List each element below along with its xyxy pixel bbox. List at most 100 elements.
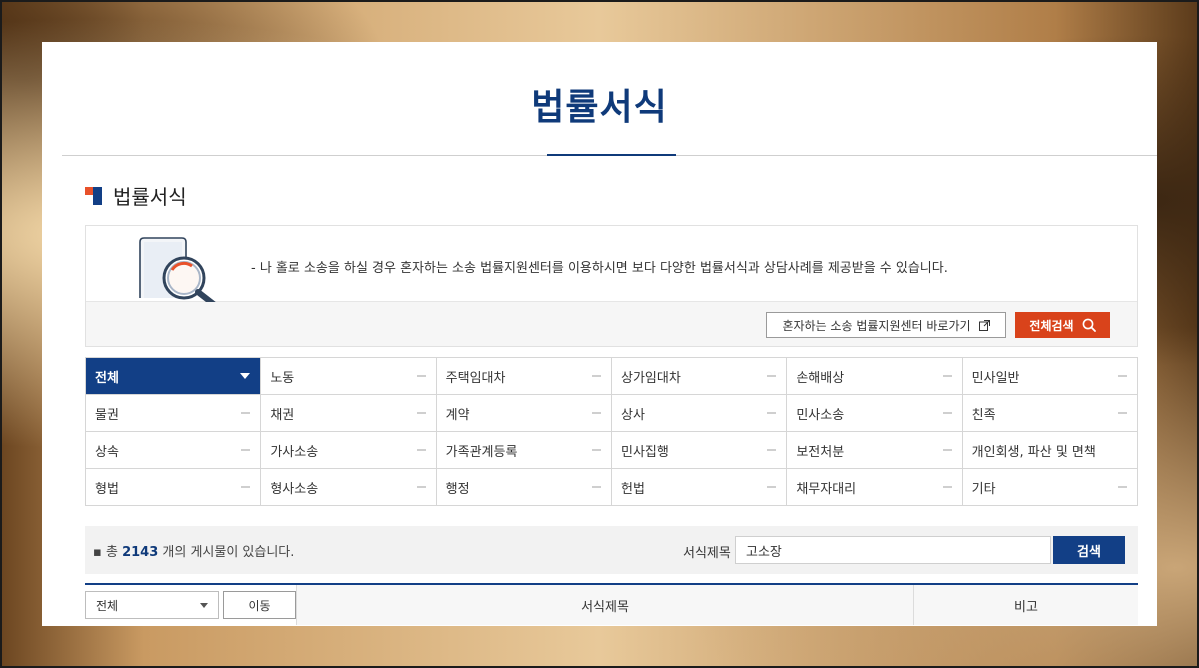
category-tab[interactable]: 물권 [86, 395, 262, 432]
dash-icon [767, 449, 777, 451]
legal-center-link-button[interactable]: 혼자하는 소송 법률지원센터 바로가기 [766, 312, 1006, 338]
dash-icon [591, 412, 601, 414]
category-label: 형사소송 [270, 481, 319, 497]
category-select-value: 전체 [96, 598, 119, 613]
category-tab[interactable]: 민사소송 [787, 395, 963, 432]
column-header-title: 서식제목 [296, 585, 913, 625]
dash-icon [1117, 412, 1127, 414]
section-title: 법률서식 [113, 185, 187, 209]
notice-top: - 나 홀로 소송을 하실 경우 혼자하는 소송 법률지원센터를 이용하시면 보… [86, 226, 1137, 302]
category-label: 민사소송 [796, 407, 845, 423]
category-tab[interactable]: 친족 [962, 395, 1138, 432]
total-count: 2143 [122, 545, 159, 560]
section-header: 법률서식 [85, 181, 187, 210]
dash-icon [241, 412, 251, 414]
category-label: 채무자대리 [796, 481, 857, 497]
dash-icon [1117, 375, 1127, 377]
category-tab[interactable]: 상속 [86, 432, 262, 469]
document-magnifier-icon [139, 237, 216, 302]
category-select[interactable]: 전체 [85, 591, 219, 619]
category-label: 개인회생, 파산 및 면책 [971, 444, 1096, 460]
category-label: 가사소송 [270, 444, 319, 460]
category-label: 형법 [95, 481, 119, 497]
category-label: 주택임대차 [445, 370, 506, 386]
dash-icon [416, 375, 426, 377]
notice-text: - 나 홀로 소송을 하실 경우 혼자하는 소송 법률지원센터를 이용하시면 보… [251, 261, 948, 276]
page-title: 법률서식 [531, 87, 668, 128]
column-header-note: 비고 [913, 585, 1138, 625]
category-label: 민사집행 [620, 444, 669, 460]
category-tab-all[interactable]: 전체 [86, 358, 262, 395]
category-tab[interactable]: 손해배상 [787, 358, 963, 395]
category-label: 가족관계등록 [445, 444, 518, 460]
dash-icon [591, 486, 601, 488]
category-tab[interactable]: 민사집행 [611, 432, 788, 469]
notice-box: - 나 홀로 소송을 하실 경우 혼자하는 소송 법률지원센터를 이용하시면 보… [85, 225, 1138, 347]
category-label: 채권 [270, 407, 295, 423]
dash-icon [241, 486, 251, 488]
category-label: 노동 [270, 370, 295, 386]
category-label: 보전처분 [796, 444, 845, 460]
category-label: 계약 [445, 407, 470, 423]
dash-icon [416, 412, 426, 414]
category-tab[interactable]: 채무자대리 [787, 469, 963, 506]
dash-icon [416, 486, 426, 488]
category-tab[interactable]: 노동 [261, 358, 437, 395]
dash-icon [767, 412, 777, 414]
category-label: 헌법 [620, 481, 645, 497]
category-label: 상속 [95, 444, 119, 460]
dash-icon [942, 486, 952, 488]
main-panel: 법률서식 법률서식 - 나 홀로 소송을 하실 경우 혼자하는 소송 법률지원센… [42, 42, 1157, 626]
category-tab[interactable]: 계약 [436, 395, 612, 432]
category-tab[interactable]: 형사소송 [261, 469, 437, 506]
dash-icon [942, 412, 952, 414]
category-tab[interactable]: 개인회생, 파산 및 면책 [962, 432, 1138, 469]
total-count-text: ▪ 총 2143 개의 게시물이 있습니다. [93, 545, 295, 560]
all-search-button[interactable]: 전체검색 [1015, 312, 1110, 338]
category-tab[interactable]: 기타 [962, 469, 1138, 506]
search-icon [1082, 318, 1096, 332]
category-tab[interactable]: 가족관계등록 [436, 432, 612, 469]
dash-icon [767, 486, 777, 488]
dash-icon [942, 375, 952, 377]
category-label: 전체 [95, 370, 119, 386]
total-prefix: 총 [105, 545, 118, 560]
category-label: 기타 [971, 481, 996, 497]
category-tab[interactable]: 주택임대차 [436, 358, 612, 395]
dash-icon [591, 375, 601, 377]
category-label: 물권 [95, 407, 119, 423]
category-label: 상사 [620, 407, 645, 423]
caret-down-icon [240, 373, 251, 379]
total-suffix: 개의 게시물이 있습니다. [162, 545, 295, 560]
search-button[interactable]: 검색 [1053, 536, 1125, 564]
category-label: 행정 [445, 481, 470, 497]
category-label: 손해배상 [796, 370, 845, 386]
dash-icon [942, 449, 952, 451]
category-label: 상가임대차 [620, 370, 681, 386]
category-label: 친족 [971, 407, 996, 423]
section-mark-icon [85, 186, 103, 205]
title-underline [547, 154, 676, 156]
all-search-label: 전체검색 [1029, 318, 1074, 333]
external-link-icon [978, 319, 990, 331]
move-button[interactable]: 이동 [223, 591, 296, 619]
dash-icon [416, 449, 426, 451]
search-label: 서식제목 [683, 546, 731, 561]
category-tab[interactable]: 민사일반 [962, 358, 1138, 395]
legal-center-link-label: 혼자하는 소송 법률지원센터 바로가기 [782, 318, 971, 333]
category-tab[interactable]: 채권 [261, 395, 437, 432]
search-input[interactable] [735, 536, 1051, 564]
category-tab[interactable]: 가사소송 [261, 432, 437, 469]
category-tab[interactable]: 행정 [436, 469, 612, 506]
dash-icon [1117, 486, 1127, 488]
category-tab[interactable]: 헌법 [611, 469, 788, 506]
category-tab[interactable]: 보전처분 [787, 432, 963, 469]
chevron-down-icon [200, 602, 208, 608]
category-grid: 전체 노동 주택임대차 상가임대차 손해배상 민사일반 물권 채권 계약 상사 … [85, 357, 1138, 506]
category-tab[interactable]: 상가임대차 [611, 358, 788, 395]
category-tab[interactable]: 형법 [86, 469, 262, 506]
dash-icon [591, 449, 601, 451]
dash-icon [241, 449, 251, 451]
category-tab[interactable]: 상사 [611, 395, 788, 432]
table-controls: 전체 이동 [85, 585, 296, 625]
